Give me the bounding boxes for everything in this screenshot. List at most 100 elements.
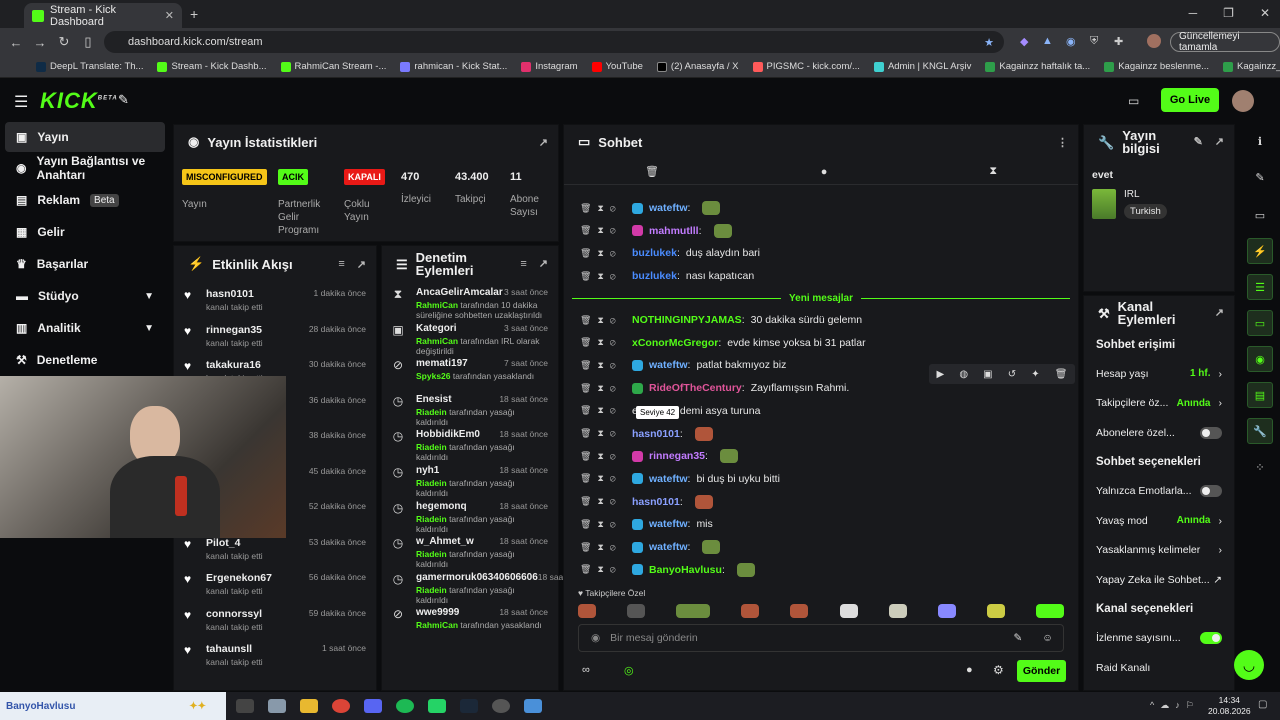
- emote[interactable]: [937, 604, 956, 618]
- clock[interactable]: 14:34 20.08.2026: [1208, 695, 1251, 717]
- message-mod-actions[interactable]: 🗑⧗⊘: [580, 315, 626, 326]
- chat-username[interactable]: buzlukek: [632, 270, 677, 282]
- popout-icon[interactable]: ↗: [539, 258, 548, 271]
- sidebar-item-studio[interactable]: ▬ Stüdyo ▼: [0, 280, 170, 312]
- activity-username[interactable]: tahaunsll: [206, 643, 263, 655]
- chat-message[interactable]: 🗑⧗⊘ wateftw: mis: [580, 516, 713, 532]
- reload-icon[interactable]: ↻: [52, 34, 76, 50]
- setting-row[interactable]: Hesap yaşı 1 hf. ›: [1084, 359, 1234, 389]
- chat-username[interactable]: RideOfTheCentury: [649, 382, 742, 394]
- activity-username[interactable]: rinnegan35: [206, 324, 263, 336]
- sidebar-item-stream[interactable]: ▣ Yayın: [5, 122, 165, 152]
- sidebar-item-stream-key[interactable]: ◉ Yayın Bağlantısı ve Anahtarı: [0, 152, 170, 184]
- bookmark-item[interactable]: Kagainzz beslenme...: [1104, 61, 1209, 72]
- popout-icon[interactable]: ↗: [1215, 136, 1224, 149]
- category-thumbnail[interactable]: [1092, 189, 1116, 219]
- bookmark-item[interactable]: DeepL Translate: Th...: [36, 61, 143, 72]
- chat-message[interactable]: 🗑⧗⊘ NOTHINGINPYJAMAS:30 dakika sürdü gele…: [580, 312, 862, 328]
- popout-icon[interactable]: ↗: [1215, 307, 1224, 320]
- restore-icon[interactable]: ❐: [1223, 6, 1234, 20]
- list-icon[interactable]: ☰: [1247, 274, 1273, 300]
- delete-icon[interactable]: 🗑: [1055, 369, 1068, 380]
- mod-target[interactable]: nyh1: [416, 465, 439, 476]
- emoji-icon[interactable]: ☺: [1042, 632, 1053, 644]
- hamburger-menu-icon[interactable]: ☰: [14, 92, 28, 112]
- chat-message[interactable]: 🗑⧗⊘ BanyoHavlusu:: [580, 562, 755, 578]
- taskbar-search[interactable]: BanyoHavlusu ✦✦: [0, 692, 226, 720]
- more-options-icon[interactable]: ⋮: [1057, 136, 1068, 149]
- bookmark-item[interactable]: PIGSMC - kick.com/...: [752, 61, 860, 72]
- setting-row[interactable]: Yapay Zeka ile Sohbet... ↗: [1084, 565, 1234, 595]
- bookmark-item[interactable]: Admin | KNGL Arşiv: [873, 61, 971, 72]
- reply-icon[interactable]: ◍: [959, 369, 968, 380]
- bookmark-item[interactable]: Kagainzz_PPLXUL -...: [1223, 61, 1280, 72]
- message-mod-actions[interactable]: 🗑⧗⊘: [580, 337, 626, 348]
- setting-row[interactable]: Takipçilere öz... Anında ›: [1084, 389, 1234, 419]
- sidebar-item-analytics[interactable]: ▥ Analitik ▼: [0, 312, 170, 344]
- bookmark-item[interactable]: rahmican - Kick Stat...: [400, 61, 507, 72]
- kick-coin-icon[interactable]: ◎: [624, 664, 634, 677]
- message-mod-actions[interactable]: 🗑⧗⊘: [580, 271, 626, 282]
- emote[interactable]: [839, 604, 858, 618]
- chat-message[interactable]: 🗑⧗⊘ buzlukek: duş alaydın bari: [580, 245, 760, 261]
- chat-username[interactable]: BanyoHavlusu: [649, 564, 722, 576]
- message-mod-actions[interactable]: 🗑⧗⊘: [580, 542, 626, 553]
- emote[interactable]: [627, 604, 646, 618]
- shield-icon[interactable]: ⛨: [1090, 35, 1098, 48]
- toggle-switch[interactable]: [1200, 426, 1222, 439]
- extension-icon[interactable]: ◆: [1020, 35, 1028, 48]
- activity-username[interactable]: hasn0101: [206, 288, 263, 300]
- chat-message[interactable]: 🗑⧗⊘ buzlukek: nası kapatıcan: [580, 268, 754, 284]
- chat-message[interactable]: 🗑⧗⊘ hasn0101:: [580, 494, 713, 510]
- setting-row[interactable]: İzlenme sayısını...: [1084, 624, 1234, 654]
- category-name[interactable]: IRL: [1124, 189, 1167, 200]
- sidebar-item-achievements[interactable]: ♛ Başarılar: [0, 248, 170, 280]
- toggle-switch[interactable]: [1200, 485, 1222, 498]
- activity-username[interactable]: Ergenekon67: [206, 572, 272, 584]
- notification-icon[interactable]: ▢: [1258, 699, 1267, 710]
- bolt-icon[interactable]: ⚡: [1247, 238, 1273, 264]
- wrench-icon[interactable]: 🔧: [1247, 418, 1273, 444]
- mod-target[interactable]: HobbidikEm0: [416, 429, 480, 440]
- chat-message[interactable]: 🗑⧗⊘ xConorMcGregor: evde kimse yoksa bi 31…: [580, 335, 866, 351]
- chat-message[interactable]: 🗑⧗⊘ wateftw: bi duş bi uyku bitti: [580, 471, 780, 487]
- chat-username[interactable]: xConorMcGregor: [632, 337, 718, 349]
- mod-target[interactable]: Kategori: [416, 323, 457, 334]
- message-mod-actions[interactable]: 🗑⧗⊘: [580, 405, 626, 416]
- chat-message[interactable]: 🗑⧗⊘ rinnegan35:: [580, 448, 738, 464]
- chat-input[interactable]: ◉ Bir mesaj gönderin ✎ ☺: [578, 624, 1064, 652]
- mod-target[interactable]: hegemonq: [416, 501, 467, 512]
- emote[interactable]: [888, 604, 907, 618]
- sidebar-item-revenue[interactable]: ▦ Gelir: [0, 216, 170, 248]
- delete-tab-icon[interactable]: 🗑: [645, 165, 659, 178]
- share-infinity-icon[interactable]: ∞: [582, 664, 590, 676]
- app-icon[interactable]: [524, 699, 542, 713]
- chat-username[interactable]: wateftw: [649, 473, 688, 485]
- message-mod-actions[interactable]: 🗑⧗⊘: [580, 225, 626, 236]
- emote[interactable]: [676, 604, 711, 618]
- sidebar-item-moderation[interactable]: ⚒ Denetleme: [0, 344, 170, 376]
- play-icon[interactable]: ▶: [937, 369, 945, 380]
- setting-row[interactable]: Yalnızca Emotlarla...: [1084, 477, 1234, 507]
- send-button[interactable]: Gönder: [1017, 660, 1066, 682]
- chrome-icon[interactable]: [332, 699, 350, 713]
- extension-icon[interactable]: ◉: [1066, 35, 1076, 48]
- chat-username[interactable]: rinnegan35: [649, 450, 705, 462]
- chat-username[interactable]: mahmutlll: [649, 225, 699, 237]
- pin-icon[interactable]: ✎: [118, 92, 129, 108]
- chat-message[interactable]: 🗑⧗⊘ wateftw:: [580, 200, 721, 216]
- steam-icon[interactable]: [460, 699, 478, 713]
- spotify-icon[interactable]: [396, 699, 414, 713]
- message-mod-actions[interactable]: 🗑⧗⊘: [580, 203, 626, 214]
- message-mod-actions[interactable]: 🗑⧗⊘: [580, 473, 626, 484]
- back-icon[interactable]: ←: [4, 35, 28, 50]
- emote[interactable]: [578, 604, 596, 618]
- copy-icon[interactable]: ▣: [983, 369, 992, 380]
- chat-message[interactable]: 🗑⧗⊘ mahmutlll:: [580, 223, 732, 239]
- chat-message[interactable]: 🗑⧗⊘ RideOfTheCentury: Zayıflamışsın Rahmi.: [580, 380, 849, 396]
- message-mod-actions[interactable]: 🗑⧗⊘: [580, 383, 626, 394]
- settings-gear-icon[interactable]: ⚙: [993, 663, 1004, 677]
- message-mod-actions[interactable]: 🗑⧗⊘: [580, 496, 626, 507]
- message-mod-actions[interactable]: 🗑⧗⊘: [580, 564, 626, 575]
- messages-tab-icon[interactable]: ●: [821, 166, 828, 178]
